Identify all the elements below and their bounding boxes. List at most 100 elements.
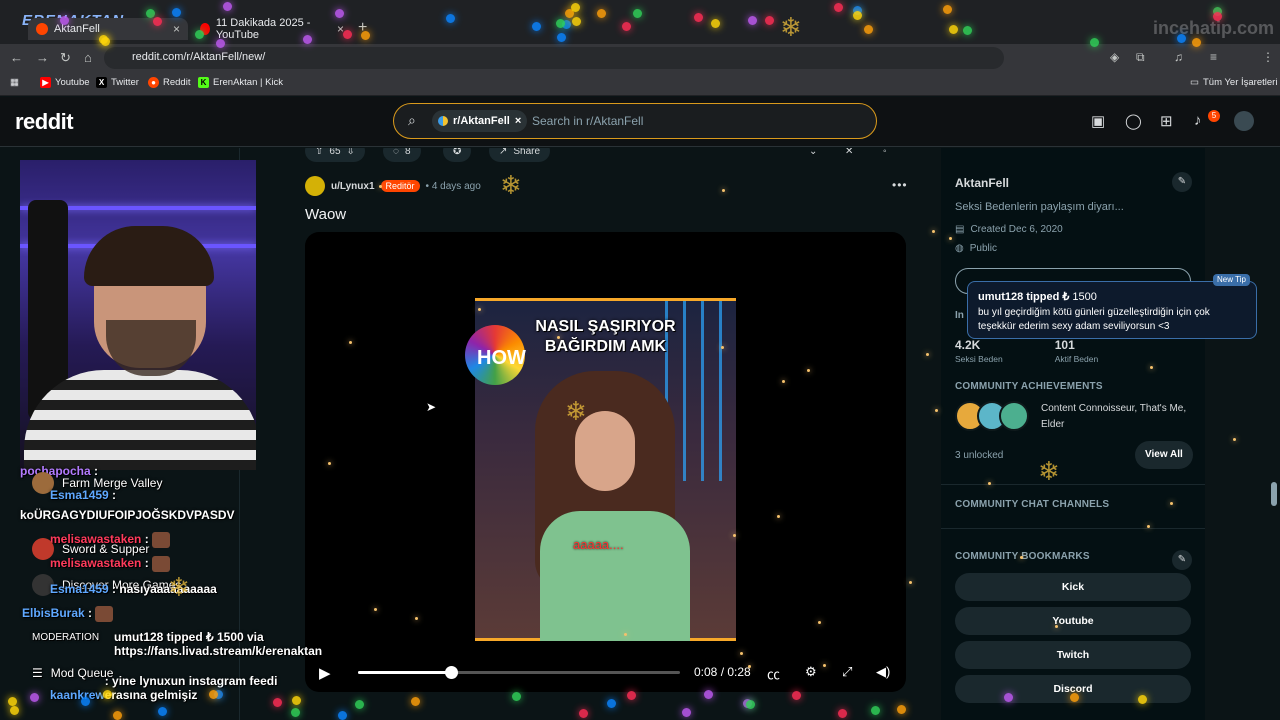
post-options-button[interactable]: ••• xyxy=(892,178,908,192)
user-flair: Reditör xyxy=(380,180,420,192)
upvote-icon[interactable]: ⇧ xyxy=(315,148,323,157)
string-light xyxy=(195,30,204,39)
string-light xyxy=(748,16,757,25)
subreddit-chip[interactable]: r/AktanFell × xyxy=(432,110,528,132)
bookmark-label: Twitter xyxy=(111,77,139,88)
created-date: ▤ Created Dec 6, 2020 xyxy=(955,224,1063,235)
share-button[interactable]: ↗ Share xyxy=(489,148,551,162)
tab-aktanfell[interactable]: AktanFell × xyxy=(28,18,188,40)
reddit-logo[interactable]: reddit xyxy=(15,109,74,135)
search-bar[interactable]: ⌕ r/AktanFell × Search in r/AktanFell xyxy=(393,103,877,139)
address-bar[interactable]: reddit.com/r/AktanFell/new/ xyxy=(104,47,1004,69)
view-all-button[interactable]: View All xyxy=(1135,441,1193,469)
comments-pill[interactable]: ◌ 8 xyxy=(383,148,421,162)
downvote-icon[interactable]: ⇩ xyxy=(347,148,355,157)
x-icon: X xyxy=(96,77,107,88)
string-light xyxy=(1138,695,1147,704)
string-light xyxy=(949,25,958,34)
chat-channels-heading[interactable]: COMMUNITY CHAT CHANNELS xyxy=(955,499,1109,510)
chat-text: : xyxy=(84,606,93,621)
sparkle xyxy=(624,633,627,636)
string-light xyxy=(411,697,420,706)
divider xyxy=(941,528,1205,529)
advertise-icon[interactable]: ▣ xyxy=(1091,112,1105,130)
bookmark-youtube[interactable]: ▶ Youtube xyxy=(40,77,90,88)
string-light xyxy=(607,699,616,708)
string-light xyxy=(446,14,455,23)
fullscreen-icon[interactable]: ⤢ xyxy=(842,664,852,680)
close-icon[interactable]: ✕ xyxy=(835,148,863,162)
chat-text: umut128 tipped ₺ 1500 via https://fans.l… xyxy=(114,630,323,658)
achievement-badge xyxy=(999,401,1029,431)
seek-handle[interactable] xyxy=(445,666,459,679)
snowflake-icon: ❄ xyxy=(1038,456,1060,486)
bookmark-kick[interactable]: K ErenAktan | Kick xyxy=(198,77,283,88)
bookmarks-bar: ▦ ▶ Youtube X Twitter ● Reddit K ErenAkt… xyxy=(0,72,1280,96)
sparkle xyxy=(748,665,751,668)
edit-icon[interactable]: ✎ xyxy=(1172,172,1192,192)
snowflake-icon: ❄ xyxy=(500,170,522,200)
string-light xyxy=(361,31,370,40)
seek-bar[interactable] xyxy=(358,666,680,679)
apps-icon[interactable]: ▦ xyxy=(10,77,19,88)
bookmark-youtube-button[interactable]: Youtube xyxy=(955,607,1191,635)
string-light xyxy=(291,708,300,717)
post-author[interactable]: u/Lynux1 xyxy=(331,181,375,192)
all-bookmarks-folder[interactable]: ▭ Tüm Yer İşaretleri xyxy=(1190,77,1277,88)
close-tab-icon[interactable]: × xyxy=(173,22,180,36)
user-avatar[interactable] xyxy=(1234,111,1254,131)
string-light xyxy=(60,16,69,25)
home-icon[interactable]: ⌂ xyxy=(84,50,92,65)
string-light xyxy=(172,8,181,17)
forward-icon[interactable]: → xyxy=(36,50,49,65)
award-button[interactable]: ✪ xyxy=(443,148,472,162)
edit-icon[interactable]: ✎ xyxy=(1172,550,1192,570)
reading-list-icon[interactable]: ≡ xyxy=(1210,50,1217,64)
settings-gear-icon[interactable]: ⚙ xyxy=(805,664,817,680)
tab-youtube[interactable]: 11 Dakikada 2025 - YouTube × xyxy=(192,17,352,41)
chevron-down-icon[interactable]: ⌄ xyxy=(799,148,827,162)
bookmark-kick-button[interactable]: Kick xyxy=(955,573,1191,601)
subreddit-chip-label: r/AktanFell xyxy=(453,115,510,127)
chat-text: : nasıyaaaaaaaaaa xyxy=(108,582,217,596)
back-icon[interactable]: ← xyxy=(10,50,23,65)
search-input[interactable]: Search in r/AktanFell xyxy=(532,114,643,128)
chat-icon[interactable]: ◯ xyxy=(1125,112,1142,130)
notifications-icon[interactable]: ♪ xyxy=(1194,112,1202,129)
video-player[interactable]: HOW NASIL ŞAŞIRIYOR BAĞIRDIM AMK aaaaa...… xyxy=(305,232,906,692)
string-light xyxy=(579,709,588,718)
author-avatar[interactable] xyxy=(305,176,325,196)
string-light xyxy=(897,705,906,714)
bookmark-twitch-button[interactable]: Twitch xyxy=(955,641,1191,669)
page-scrollbar[interactable] xyxy=(1271,482,1277,506)
menu-icon[interactable]: ⋮ xyxy=(1262,50,1274,64)
more-icon[interactable]: ◦ xyxy=(873,148,897,162)
folder-icon: ▭ xyxy=(1190,77,1199,88)
volume-icon[interactable]: ◀) xyxy=(876,664,890,680)
chip-close-icon[interactable]: × xyxy=(515,115,521,127)
puzzle-icon[interactable]: ⧉ xyxy=(1136,50,1145,65)
community-stats: 4.2K Seksi Beden 101 Aktif Beden xyxy=(955,338,1098,364)
play-icon[interactable]: ▶ xyxy=(319,664,331,682)
achievement-badges[interactable] xyxy=(955,401,1031,435)
vote-pill[interactable]: ⇧ 65 ⇩ xyxy=(305,148,365,162)
bookmark-reddit[interactable]: ● Reddit xyxy=(148,77,190,88)
share-icon: ↗ xyxy=(499,148,508,157)
stat-label: Seksi Beden xyxy=(955,354,1003,364)
captions-icon[interactable]: ㏄ xyxy=(767,664,780,683)
calendar-icon: ▤ xyxy=(955,224,965,235)
string-light xyxy=(943,5,952,14)
string-light xyxy=(1192,38,1201,47)
sparkle xyxy=(415,617,418,620)
string-light xyxy=(1213,12,1222,21)
emote xyxy=(152,532,171,548)
create-post-icon[interactable]: ⊞ xyxy=(1160,112,1173,130)
sparkle xyxy=(374,608,377,611)
extension-icon[interactable]: ◈ xyxy=(1110,50,1119,64)
chat-message: Esma1459 : nasıyaaaaaaaaaa xyxy=(50,582,217,596)
string-light xyxy=(30,693,39,702)
bookmark-twitter[interactable]: X Twitter xyxy=(96,77,139,88)
reload-icon[interactable]: ↻ xyxy=(60,50,71,66)
string-light xyxy=(216,39,225,48)
media-icon[interactable]: ♫ xyxy=(1174,50,1183,64)
